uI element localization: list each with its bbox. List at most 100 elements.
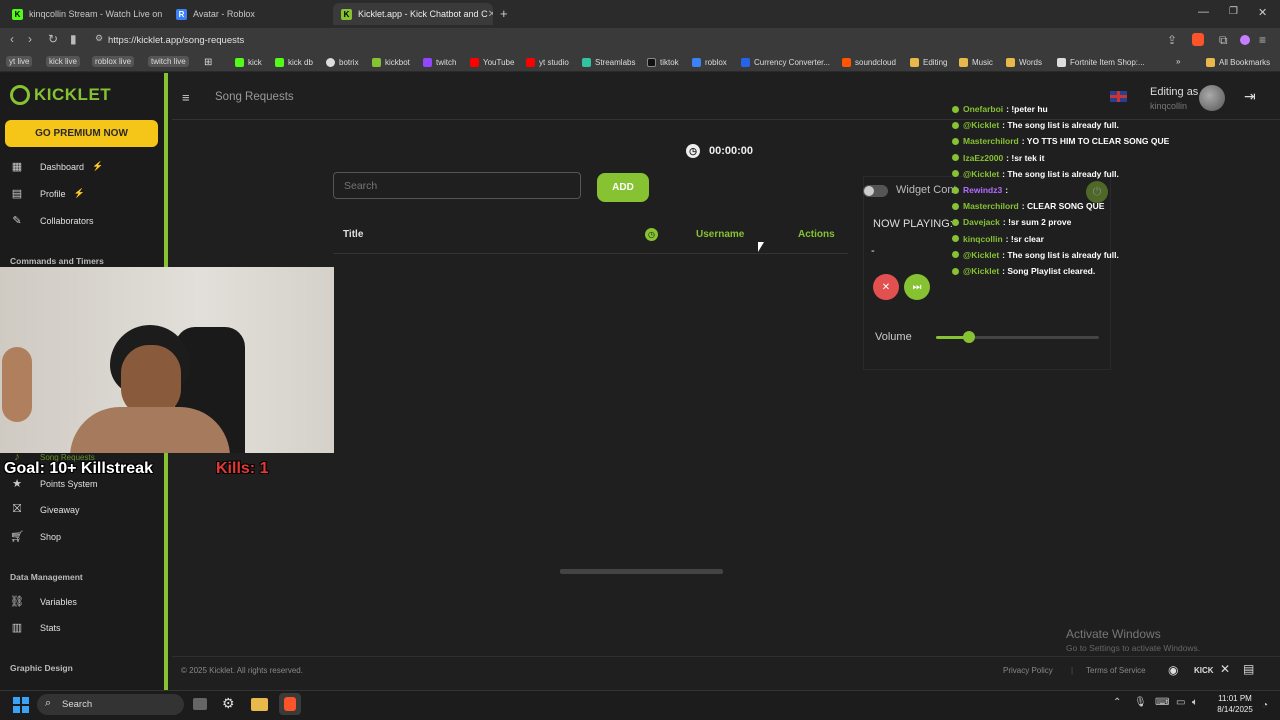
bookmark-streamlabs[interactable]: Streamlabs: [582, 58, 635, 67]
chat-message: IzaEz2000: !sr tek it: [952, 153, 1044, 163]
language-flag-icon[interactable]: [1110, 91, 1127, 102]
keyboard-icon[interactable]: ⌨: [1155, 697, 1169, 708]
tiktok-icon: [647, 58, 656, 67]
taskbar-search[interactable]: ⌕ Search: [37, 694, 184, 715]
folder-icon: [1006, 58, 1015, 67]
tab-roblox-avatar[interactable]: R Avatar - Roblox: [168, 3, 328, 25]
url-field[interactable]: https://kicklet.app/song-requests: [108, 35, 244, 46]
search-input[interactable]: [333, 172, 581, 199]
add-song-button[interactable]: ADD: [597, 173, 649, 202]
widget-control-toggle[interactable]: [863, 185, 888, 197]
sidebar-item-collaborators[interactable]: ✎ Collaborators: [10, 214, 93, 227]
bookmark-roblox[interactable]: roblox: [692, 58, 727, 67]
docs-icon[interactable]: ▤: [1243, 662, 1254, 676]
sidebar-item-dashboard[interactable]: ▦ Dashboard ⚡: [10, 160, 103, 173]
bookmark-item[interactable]: yt live: [6, 56, 33, 67]
bookmark-tiktok[interactable]: tiktok: [647, 58, 679, 67]
taskbar-time[interactable]: 11:01 PM: [1214, 694, 1256, 703]
logout-icon[interactable]: ⇥: [1244, 88, 1256, 105]
extensions-icon[interactable]: ⧉: [1219, 33, 1228, 48]
avatar[interactable]: [1199, 85, 1225, 111]
file-explorer-icon[interactable]: [251, 698, 268, 711]
x-twitter-icon[interactable]: ✕: [1220, 662, 1230, 676]
terms-link[interactable]: Terms of Service: [1086, 666, 1146, 675]
bookmark-item[interactable]: kick live: [46, 56, 81, 67]
tab-kicklet[interactable]: K Kicklet.app - Kick Chatbot and C ✕: [333, 3, 493, 25]
sidebar-item-shop[interactable]: 🛒︎ Shop: [10, 530, 61, 543]
power-button[interactable]: ⏻: [1086, 181, 1108, 203]
skip-button[interactable]: ⏭: [904, 274, 930, 300]
kick-icon[interactable]: KICK: [1194, 666, 1214, 675]
volume-slider-handle[interactable]: [962, 331, 975, 343]
bookmark-folder-editing[interactable]: Editing: [910, 58, 947, 67]
premium-star-icon: ⚡: [73, 188, 85, 198]
sidebar-item-variables[interactable]: ⛓ Variables: [10, 595, 77, 608]
windows-logo-icon: [13, 697, 20, 704]
bookmark-folder-music[interactable]: Music: [959, 58, 993, 67]
bookmark-label: kick: [248, 58, 262, 67]
volume-icon[interactable]: 🔈︎: [1192, 697, 1198, 708]
streamer-hand: [2, 347, 32, 422]
chat-text: : !sr tek it: [1006, 152, 1045, 163]
bookmark-all[interactable]: All Bookmarks: [1206, 58, 1270, 67]
sidebar-item-giveaway[interactable]: ⛝ Giveaway: [10, 503, 80, 516]
logo-text: KICKLET: [34, 85, 112, 104]
go-premium-button[interactable]: GO PREMIUM NOW: [5, 120, 158, 147]
new-tab-button[interactable]: +: [500, 6, 508, 21]
tray-overflow-icon[interactable]: ⌃: [1113, 697, 1121, 708]
kicklet-logo[interactable]: KICKLET: [10, 85, 111, 105]
bookmark-icon[interactable]: ▮: [70, 32, 77, 46]
notification-icon[interactable]: ◔: [1262, 700, 1268, 711]
sidebar-item-profile[interactable]: ▤ Profile ⚡: [10, 187, 85, 200]
back-icon[interactable]: ‹: [10, 32, 14, 46]
sidebar-item-label: Dashboard: [40, 161, 85, 172]
bookmark-currency[interactable]: Currency Converter...: [741, 58, 830, 67]
stop-button[interactable]: ✕: [873, 274, 899, 300]
sidebar-item-stats[interactable]: ▥ Stats: [10, 621, 61, 634]
privacy-policy-link[interactable]: Privacy Policy: [1003, 666, 1053, 675]
sidebar-item-points[interactable]: ★ Points System: [10, 477, 97, 490]
apps-grid-icon[interactable]: ⊞: [204, 57, 212, 68]
minimize-icon[interactable]: —: [1198, 6, 1209, 18]
tab-title: Avatar - Roblox: [193, 9, 255, 19]
bookmark-yt-studio[interactable]: yt studio: [526, 58, 569, 67]
mic-icon[interactable]: 🎙︎: [1134, 697, 1147, 708]
bookmark-soundcloud[interactable]: soundcloud: [842, 58, 896, 67]
maximize-icon[interactable]: ❐: [1229, 6, 1238, 17]
reload-icon[interactable]: ↻: [48, 32, 58, 46]
bookmark-item[interactable]: twitch live: [148, 56, 189, 67]
bookmark-kick-db[interactable]: kick db: [275, 58, 313, 67]
bookmark-kick[interactable]: kick: [235, 58, 262, 67]
bookmark-kickbot[interactable]: kickbot: [372, 58, 410, 67]
taskbar-date[interactable]: 8/14/2025: [1214, 705, 1256, 714]
chat-username: kinqcollin: [963, 233, 1003, 244]
share-icon[interactable]: ⇪: [1167, 33, 1177, 47]
goal-overlay-text: Goal: 10+ Killstreak: [4, 460, 153, 477]
bookmark-fortnite[interactable]: Fortnite Item Shop:...: [1057, 58, 1145, 67]
menu-icon[interactable]: ≡: [1259, 33, 1266, 47]
start-button[interactable]: [13, 697, 29, 713]
tab-title: Kicklet.app - Kick Chatbot and C: [358, 9, 488, 19]
steam-icon[interactable]: ⚙: [222, 695, 235, 712]
close-window-icon[interactable]: ✕: [1258, 6, 1267, 19]
more-bookmarks-icon[interactable]: »: [1176, 57, 1180, 66]
section-data: Data Management: [10, 572, 83, 582]
close-tab-icon[interactable]: ✕: [488, 9, 493, 20]
discord-icon[interactable]: ◉: [1168, 663, 1178, 677]
bookmark-twitch[interactable]: twitch: [423, 58, 456, 67]
site-info-icon[interactable]: ⚙: [95, 33, 103, 44]
profile-icon[interactable]: [1240, 35, 1250, 45]
bookmark-folder-words[interactable]: Words: [1006, 58, 1042, 67]
brave-shield-icon[interactable]: [1192, 33, 1204, 46]
sidebar-toggle-icon[interactable]: ≡: [182, 90, 190, 105]
tab-kick-stream[interactable]: K kinqcollin Stream - Watch Live on Ki: [4, 3, 164, 25]
bookmark-item[interactable]: roblox live: [92, 56, 135, 67]
network-icon[interactable]: ▭: [1176, 697, 1185, 708]
profile-icon: ▤: [11, 188, 23, 200]
task-view-icon[interactable]: [193, 698, 207, 710]
brave-taskbar-button[interactable]: [279, 693, 301, 715]
forward-icon[interactable]: ›: [28, 32, 32, 46]
column-title: Title: [343, 229, 364, 240]
bookmark-youtube[interactable]: YouTube: [470, 58, 514, 67]
bookmark-botrix[interactable]: botrix: [326, 58, 359, 67]
